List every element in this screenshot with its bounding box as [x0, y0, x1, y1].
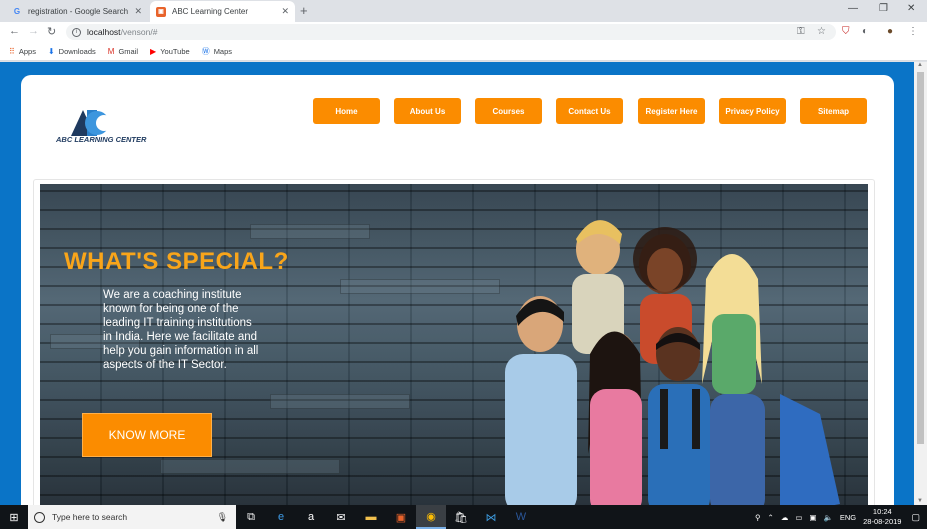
scroll-up-icon[interactable]: ▲ [917, 62, 923, 68]
profile-avatar-icon[interactable]: ● [887, 26, 893, 37]
extension-shield-icon[interactable]: ⛉ [842, 26, 850, 37]
maximize-icon[interactable]: ❐ [879, 3, 888, 14]
bookmark-youtube[interactable]: ▶ YouTube [150, 47, 190, 56]
wall-stone [160, 459, 340, 474]
maps-icon: Ⓦ [201, 46, 210, 56]
hero-intro-text: We are a coaching institute known for be… [103, 289, 259, 371]
nav-home[interactable]: Home [313, 98, 380, 124]
chevron-up-icon[interactable]: ⌃ [768, 513, 774, 522]
language-indicator[interactable]: ENG [840, 513, 856, 522]
windows-start-icon[interactable]: ⊞ [0, 505, 28, 529]
clock-time: 10:24 [872, 507, 892, 516]
browser-tab-strip: G registration - Google Search ✕ ▣ ABC L… [0, 0, 927, 22]
clock-date: 28-08-2019 [863, 517, 902, 526]
close-tab-icon[interactable]: ✕ [281, 6, 289, 17]
site-info-icon[interactable]: i [72, 27, 81, 37]
clock[interactable]: 10:24 28-08-2019 [863, 507, 901, 527]
nav-privacy-policy[interactable]: Privacy Policy [719, 98, 786, 124]
scroll-down-icon[interactable]: ▼ [917, 498, 923, 504]
bookmark-maps[interactable]: Ⓦ Maps [202, 46, 232, 57]
edge-icon[interactable]: e [266, 505, 296, 529]
gmail-icon: M [107, 46, 115, 56]
apps-grid-icon: ⠿ [9, 46, 15, 56]
extension-circle-icon[interactable]: ◐ [862, 26, 868, 37]
store-icon[interactable]: 🛍 [446, 505, 476, 529]
bookmark-gmail[interactable]: M Gmail [108, 47, 138, 56]
network-icon[interactable]: ▣ [809, 513, 816, 522]
students-group-image [505, 220, 840, 505]
address-bar[interactable]: i localhost/venson/# [66, 24, 836, 40]
youtube-icon: ▶ [150, 46, 157, 56]
url-host: localhost [87, 27, 121, 37]
people-icon[interactable]: ⚲ [755, 513, 761, 522]
bookmark-apps[interactable]: ⠿ Apps [9, 47, 36, 56]
abc-logo-icon [71, 110, 112, 136]
star-bookmark-icon[interactable]: ☆ [817, 26, 826, 37]
nav-contact-us[interactable]: Contact Us [556, 98, 623, 124]
chrome-icon[interactable]: ◉ [416, 505, 446, 529]
know-more-button[interactable]: KNOW MORE [82, 413, 212, 457]
nav-register-here[interactable]: Register Here [638, 98, 705, 124]
browser-toolbar: ← → ↻ i localhost/venson/# ⚿ ☆ ⛉ ◐ ● ⋮ [0, 22, 927, 42]
windows-taskbar: ⊞ Type here to search 🎙 ⧉ e a ✉ ▬ ▣ ◉ 🛍 … [0, 505, 927, 529]
download-icon: ⬇ [47, 46, 55, 56]
amazon-icon[interactable]: a [296, 505, 326, 529]
url-path: /venson/# [120, 27, 158, 37]
tab-title: registration - Google Search [28, 7, 129, 16]
reload-icon[interactable]: ↻ [47, 25, 56, 38]
bookmark-downloads[interactable]: ⬇ Downloads [48, 47, 96, 56]
key-icon[interactable]: ⚿ [797, 26, 805, 37]
close-window-icon[interactable]: ✕ [907, 3, 915, 14]
nav-about-us[interactable]: About Us [394, 98, 461, 124]
search-icon [34, 511, 45, 523]
abc-favicon-icon: ▣ [156, 6, 166, 17]
menu-kebab-icon[interactable]: ⋮ [908, 26, 918, 37]
system-tray: ⚲ ⌃ ☁ ▭ ▣ 🔈 ENG 10:24 28-08-2019 ▢ [755, 507, 927, 527]
scrollbar-thumb[interactable] [917, 72, 924, 444]
vscode-icon[interactable]: ⋈ [476, 505, 506, 529]
page-scrollbar[interactable]: ▲ ▼ [914, 62, 927, 505]
site-logo[interactable]: ABC LEARNING CENTER [56, 110, 146, 150]
tab-google-search[interactable]: G registration - Google Search ✕ [6, 1, 148, 22]
notification-icon[interactable]: ▢ [911, 512, 920, 523]
taskbar-search-placeholder: Type here to search [52, 512, 128, 522]
tab-abc-learning-center[interactable]: ▣ ABC Learning Center ✕ [150, 1, 295, 22]
task-view-icon[interactable]: ⧉ [236, 505, 266, 529]
close-tab-icon[interactable]: ✕ [134, 6, 142, 17]
nav-sitemap[interactable]: Sitemap [800, 98, 867, 124]
hero-headline: WHAT'S SPECIAL? [64, 248, 289, 275]
minimize-icon[interactable]: — [848, 3, 858, 14]
taskbar-search-box[interactable]: Type here to search 🎙 [28, 505, 236, 529]
wall-stone [250, 224, 370, 239]
mail-icon[interactable]: ✉ [326, 505, 356, 529]
wall-stone [270, 394, 410, 409]
site-container: ABC LEARNING CENTER Home About Us Course… [21, 75, 894, 505]
new-tab-button[interactable]: + [300, 3, 308, 18]
battery-icon[interactable]: ▭ [795, 513, 802, 522]
google-favicon-icon: G [13, 7, 21, 16]
forward-icon[interactable]: → [28, 25, 39, 37]
tab-title: ABC Learning Center [172, 7, 249, 16]
microphone-icon[interactable]: 🎙 [217, 512, 228, 523]
onedrive-icon[interactable]: ☁ [781, 513, 789, 522]
volume-icon[interactable]: 🔈 [824, 513, 833, 522]
wall-stone [340, 279, 500, 294]
xampp-icon[interactable]: ▣ [386, 505, 416, 529]
file-explorer-icon[interactable]: ▬ [356, 505, 386, 529]
word-icon[interactable]: W [506, 505, 536, 529]
hero-banner: WHAT'S SPECIAL? We are a coaching instit… [40, 184, 868, 505]
back-icon[interactable]: ← [9, 25, 20, 37]
bookmarks-bar: ⠿ Apps ⬇ Downloads M Gmail ▶ YouTube Ⓦ Maps [0, 42, 927, 61]
nav-courses[interactable]: Courses [475, 98, 542, 124]
page-viewport: ABC LEARNING CENTER Home About Us Course… [0, 62, 914, 505]
logo-text: ABC LEARNING CENTER [56, 135, 147, 144]
